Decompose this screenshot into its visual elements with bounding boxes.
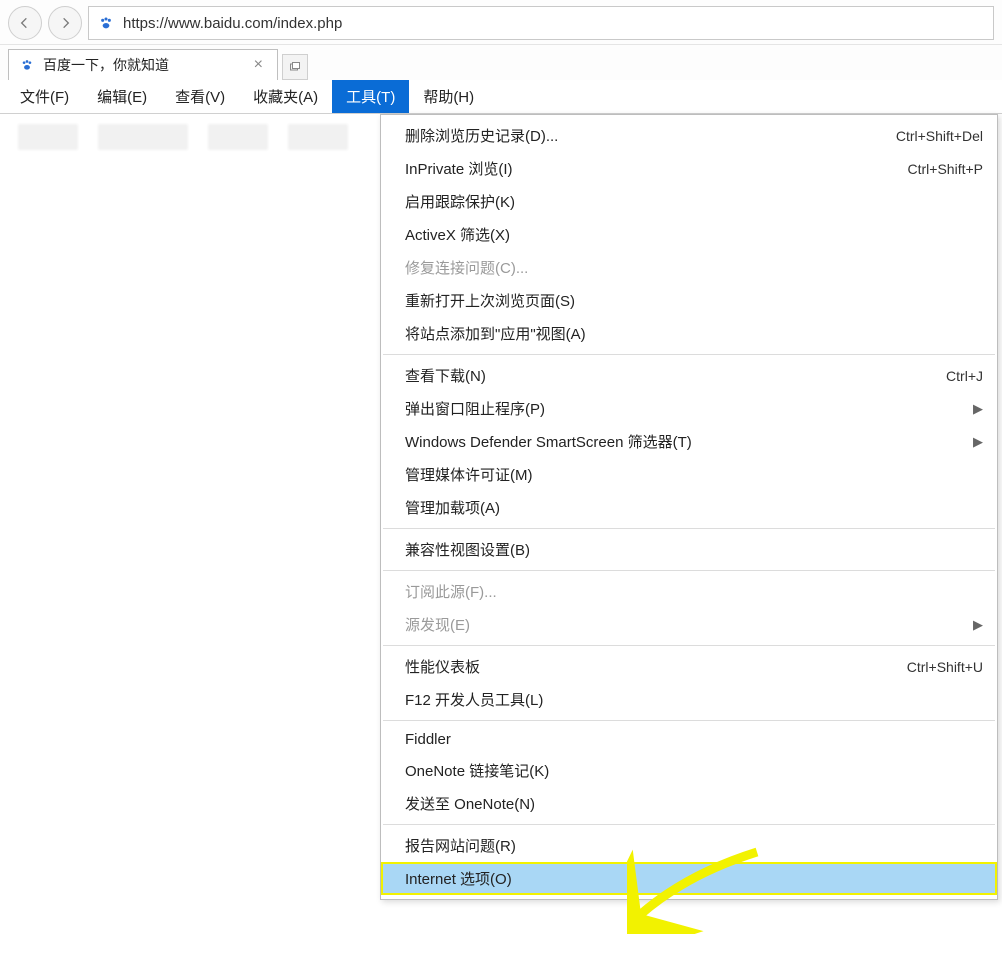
navigation-bar: https://www.baidu.com/index.php	[0, 0, 1002, 45]
menu-separator	[383, 645, 995, 646]
menu-edit[interactable]: 编辑(E)	[83, 80, 161, 113]
menu-item-shortcut: Ctrl+Shift+P	[908, 161, 983, 177]
blurred-block	[208, 124, 268, 150]
menu-item-label: InPrivate 浏览(I)	[405, 158, 513, 179]
menu-item-label: 修复连接问题(C)...	[405, 257, 528, 278]
tools-menu-item[interactable]: 删除浏览历史记录(D)... Ctrl+Shift+Del	[381, 119, 997, 152]
tools-menu-item[interactable]: 管理媒体许可证(M)	[381, 458, 997, 491]
tools-menu-item[interactable]: Fiddler	[381, 725, 997, 754]
menu-item-label: 管理媒体许可证(M)	[405, 464, 533, 485]
tools-menu-item[interactable]: Internet 选项(O)	[381, 862, 997, 895]
baidu-paw-icon	[19, 57, 35, 73]
tab-strip: 百度一下，你就知道 ×	[0, 45, 1002, 80]
address-bar[interactable]: https://www.baidu.com/index.php	[88, 6, 994, 40]
menu-separator	[383, 824, 995, 825]
menu-item-label: 性能仪表板	[405, 656, 480, 677]
menu-item-label: 报告网站问题(R)	[405, 835, 516, 856]
forward-button[interactable]	[48, 6, 82, 40]
tools-menu-item: 修复连接问题(C)...	[381, 251, 997, 284]
tools-menu-item[interactable]: 管理加载项(A)	[381, 491, 997, 524]
new-tab-button[interactable]	[282, 54, 308, 80]
tools-menu-item[interactable]: 启用跟踪保护(K)	[381, 185, 997, 218]
tools-menu-item[interactable]: ActiveX 筛选(X)	[381, 218, 997, 251]
url-text: https://www.baidu.com/index.php	[123, 15, 342, 32]
menu-tools[interactable]: 工具(T)	[332, 80, 409, 113]
menu-item-label: 兼容性视图设置(B)	[405, 539, 530, 560]
blurred-block	[288, 124, 348, 150]
menu-item-label: 将站点添加到"应用"视图(A)	[405, 323, 586, 344]
tools-dropdown: 删除浏览历史记录(D)... Ctrl+Shift+Del InPrivate 浏览…	[380, 114, 998, 900]
tools-menu-item[interactable]: 将站点添加到"应用"视图(A)	[381, 317, 997, 350]
menu-item-label: 弹出窗口阻止程序(P)	[405, 398, 545, 419]
arrow-right-icon	[57, 15, 73, 31]
menu-item-shortcut: Ctrl+Shift+Del	[896, 128, 983, 144]
back-button[interactable]	[8, 6, 42, 40]
menu-favorites[interactable]: 收藏夹(A)	[239, 80, 332, 113]
tab-title: 百度一下，你就知道	[43, 55, 169, 75]
menu-file[interactable]: 文件(F)	[6, 80, 83, 113]
tools-menu-item[interactable]: 兼容性视图设置(B)	[381, 533, 997, 566]
menu-item-label: 查看下载(N)	[405, 365, 486, 386]
arrow-left-icon	[17, 15, 33, 31]
tools-menu-item[interactable]: OneNote 链接笔记(K)	[381, 754, 997, 787]
baidu-paw-icon	[97, 14, 115, 32]
menu-item-label: 订阅此源(F)...	[405, 581, 497, 602]
menu-separator	[383, 354, 995, 355]
menu-view[interactable]: 查看(V)	[161, 80, 239, 113]
menu-separator	[383, 570, 995, 571]
tools-menu-item[interactable]: 重新打开上次浏览页面(S)	[381, 284, 997, 317]
tools-menu-item: 订阅此源(F)...	[381, 575, 997, 608]
menu-item-label: 重新打开上次浏览页面(S)	[405, 290, 575, 311]
menu-item-label: ActiveX 筛选(X)	[405, 224, 510, 245]
tools-menu-item[interactable]: 发送至 OneNote(N)	[381, 787, 997, 820]
tools-menu-item[interactable]: 报告网站问题(R)	[381, 829, 997, 862]
menu-item-label: 管理加载项(A)	[405, 497, 500, 518]
tools-menu-item[interactable]: Windows Defender SmartScreen 筛选器(T) ▶	[381, 425, 997, 458]
tab-baidu[interactable]: 百度一下，你就知道 ×	[8, 49, 278, 80]
blurred-block	[18, 124, 78, 150]
menu-item-label: 源发现(E)	[405, 614, 470, 635]
content-area: 删除浏览历史记录(D)...Ctrl+Shift+DelInPrivate 浏览…	[0, 114, 1002, 160]
menu-item-label: OneNote 链接笔记(K)	[405, 760, 549, 781]
menu-item-label: 发送至 OneNote(N)	[405, 793, 535, 814]
menu-item-shortcut: Ctrl+J	[946, 368, 983, 384]
menu-item-label: Internet 选项(O)	[405, 868, 512, 889]
tools-menu-item[interactable]: 查看下载(N) Ctrl+J	[381, 359, 997, 392]
menu-item-label: 删除浏览历史记录(D)...	[405, 125, 558, 146]
tools-menu-item[interactable]: F12 开发人员工具(L)	[381, 683, 997, 716]
menu-item-shortcut: Ctrl+Shift+U	[907, 659, 983, 675]
tools-menu-item[interactable]: 性能仪表板 Ctrl+Shift+U	[381, 650, 997, 683]
tools-menu-item: 源发现(E) ▶	[381, 608, 997, 641]
menu-item-label: Windows Defender SmartScreen 筛选器(T)	[405, 431, 692, 452]
menu-separator	[383, 720, 995, 721]
menu-help[interactable]: 帮助(H)	[409, 80, 488, 113]
tools-menu-item[interactable]: InPrivate 浏览(I) Ctrl+Shift+P	[381, 152, 997, 185]
tools-menu-item[interactable]: 弹出窗口阻止程序(P) ▶	[381, 392, 997, 425]
menu-item-label: F12 开发人员工具(L)	[405, 689, 543, 710]
chevron-right-icon: ▶	[973, 401, 983, 417]
menu-item-label: 启用跟踪保护(K)	[405, 191, 515, 212]
new-tab-icon	[289, 61, 301, 73]
blurred-block	[98, 124, 188, 150]
chevron-right-icon: ▶	[973, 434, 983, 450]
menu-separator	[383, 528, 995, 529]
chevron-right-icon: ▶	[973, 617, 983, 633]
menu-bar: 文件(F) 编辑(E) 查看(V) 收藏夹(A) 工具(T) 帮助(H)	[0, 80, 1002, 114]
menu-item-label: Fiddler	[405, 731, 451, 748]
close-icon[interactable]: ×	[250, 56, 267, 74]
